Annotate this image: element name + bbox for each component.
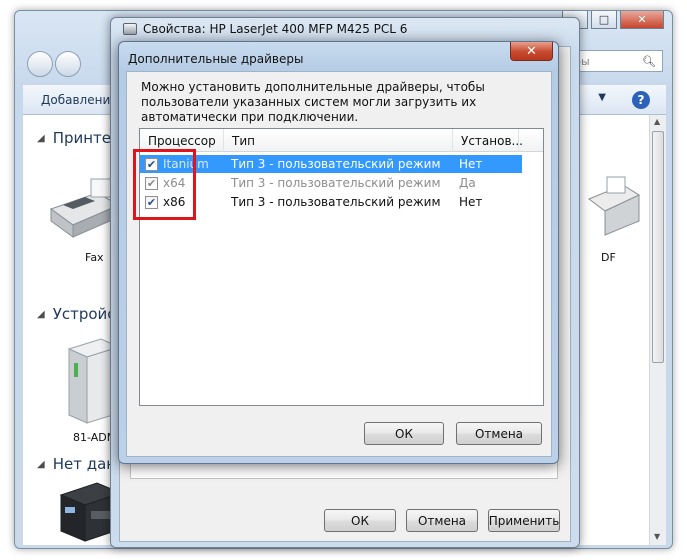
installed-cell: Нет <box>456 193 522 211</box>
properties-title: Свойства: HP LaserJet 400 MFP M425 PCL 6 <box>143 22 408 36</box>
search-icon: 🔍︎ <box>642 54 656 68</box>
type-cell: Тип 3 - пользовательский режим <box>227 193 456 211</box>
add-device-button[interactable]: Добавление <box>41 93 118 107</box>
driver-type: Тип 3 - пользовательский режим <box>231 176 441 190</box>
processor-cell: ✔ Itanium <box>140 155 227 173</box>
processor-cell: ✔ x86 <box>140 193 227 211</box>
collapse-triangle-icon: ◢ <box>37 458 45 470</box>
search-input[interactable]: ры 🔍︎ <box>567 50 663 72</box>
properties-buttons: ОК Отмена Применить <box>324 509 560 532</box>
additional-drivers-dialog: Дополнительные драйверы ✕ Можно установи… <box>118 41 559 464</box>
pdf-printer-icon[interactable] <box>583 173 643 243</box>
installed-value: Да <box>459 176 476 190</box>
installed-cell: Нет <box>456 155 522 173</box>
drivers-description: Можно установить дополнительные драйверы… <box>141 80 485 124</box>
installed-value: Нет <box>459 195 483 209</box>
column-header-processor[interactable]: Процессор <box>140 129 224 152</box>
scroll-up-icon[interactable]: ▲ <box>654 117 660 126</box>
device-label-fax: Fax <box>85 251 104 264</box>
installed-cell: Да <box>456 174 522 192</box>
type-cell: Тип 3 - пользовательский режим <box>227 155 456 173</box>
scrollbar-thumb[interactable] <box>652 131 664 363</box>
chevron-down-icon[interactable]: ▼ <box>598 92 606 103</box>
driver-row-x64[interactable]: ✔ x64 Тип 3 - пользовательский режим Да <box>140 174 522 192</box>
processor-name: x64 <box>163 176 186 190</box>
properties-titlebar: Свойства: HP LaserJet 400 MFP M425 PCL 6 <box>123 22 407 36</box>
column-header-type[interactable]: Тип <box>224 129 453 152</box>
processor-cell: ✔ x64 <box>140 174 227 192</box>
printer-icon <box>123 23 137 35</box>
driver-row-x86[interactable]: ✔ x86 Тип 3 - пользовательский режим Нет <box>140 193 522 211</box>
scroll-down-icon[interactable]: ▼ <box>654 532 660 541</box>
close-icon: ✕ <box>526 43 537 59</box>
collapse-triangle-icon: ◢ <box>37 132 45 144</box>
apply-button[interactable]: Применить <box>488 509 560 532</box>
ok-button[interactable]: ОК <box>324 509 396 532</box>
itanium-checkbox[interactable]: ✔ <box>145 157 158 171</box>
list-header: Процессор Тип Установ... <box>140 129 543 152</box>
type-cell: Тип 3 - пользовательский режим <box>227 174 456 192</box>
driver-type: Тип 3 - пользовательский режим <box>231 157 441 171</box>
processor-name: Itanium <box>163 157 209 171</box>
maximize-button[interactable]: □ <box>591 11 617 29</box>
help-icon[interactable]: ? <box>632 91 650 109</box>
drivers-title: Дополнительные драйверы <box>128 52 304 66</box>
close-button[interactable]: ✕ <box>510 42 553 61</box>
driver-row-itanium[interactable]: ✔ Itanium Тип 3 - пользовательский режим… <box>140 155 522 173</box>
back-button[interactable] <box>27 51 53 77</box>
installed-value: Нет <box>459 157 483 171</box>
drivers-list[interactable]: Процессор Тип Установ... ✔ Itanium Тип 3… <box>139 128 544 406</box>
column-header-installed[interactable]: Установ... <box>453 129 523 152</box>
driver-type: Тип 3 - пользовательский режим <box>231 195 441 209</box>
drivers-body: Можно установить дополнительные драйверы… <box>126 71 552 457</box>
cancel-button[interactable]: Отмена <box>406 509 478 532</box>
collapse-triangle-icon: ◢ <box>37 308 45 320</box>
explorer-scrollbar[interactable]: ▲ ▼ <box>649 115 666 545</box>
ok-button[interactable]: ОК <box>364 422 444 445</box>
x86-checkbox[interactable]: ✔ <box>145 195 158 209</box>
close-button[interactable]: ✕ <box>620 11 664 29</box>
forward-button[interactable] <box>55 51 81 77</box>
cancel-button[interactable]: Отмена <box>456 422 542 445</box>
processor-name: x86 <box>163 195 186 209</box>
device-label-pdf: DF <box>601 251 616 264</box>
x64-checkbox: ✔ <box>145 176 158 190</box>
drivers-buttons: ОК Отмена <box>364 422 542 445</box>
